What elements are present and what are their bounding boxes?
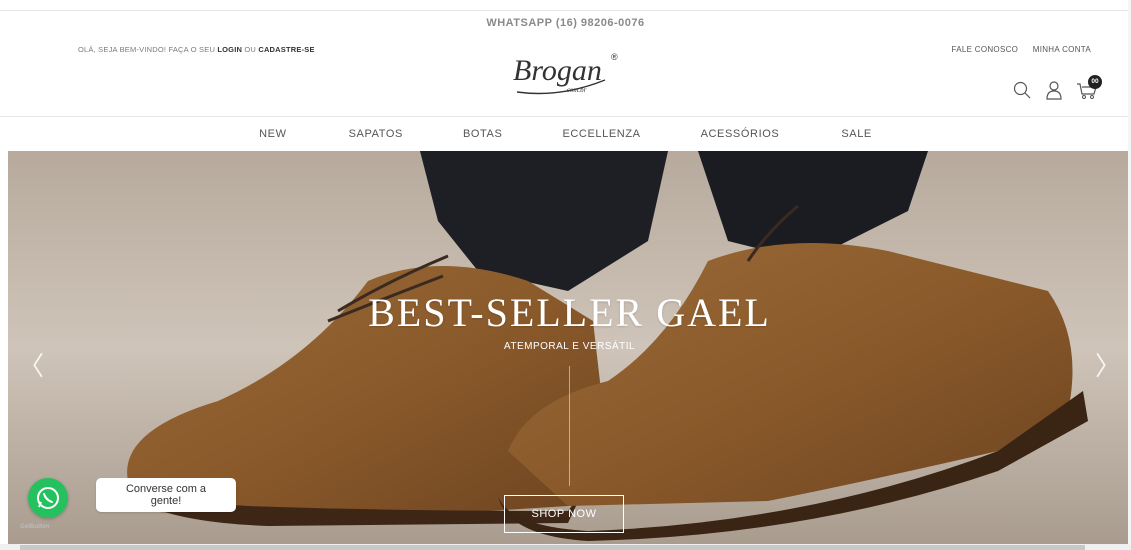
scrollbar-thumb[interactable] xyxy=(20,545,1085,550)
brand-logo[interactable]: Brogan ® .com.br xyxy=(505,46,625,106)
contact-link[interactable]: FALE CONOSCO xyxy=(951,45,1018,54)
next-slide-arrow[interactable]: 〉 xyxy=(1095,346,1121,383)
logo-text: Brogan xyxy=(513,54,602,87)
hero-title: BEST-SELLER GAEL xyxy=(368,290,771,335)
cart-count-badge: 00 xyxy=(1088,75,1102,89)
header-icons: 00 xyxy=(1012,75,1102,100)
user-icon[interactable] xyxy=(1044,80,1064,100)
login-link[interactable]: LOGIN xyxy=(217,45,242,54)
nav-item-sale[interactable]: SALE xyxy=(841,128,872,140)
nav-item-eccellenza[interactable]: ECCELLENZA xyxy=(562,128,640,140)
welcome-message: OLÁ, SEJA BEM-VINDO! FAÇA O SEU LOGIN OU… xyxy=(78,45,315,54)
logo-sub: .com.br xyxy=(565,86,587,94)
search-icon[interactable] xyxy=(1012,80,1032,100)
hero-subtitle: ATEMPORAL E VERSÁTIL xyxy=(503,341,636,352)
getbutton-brand[interactable]: GetButton xyxy=(20,524,49,530)
shop-now-button[interactable]: SHOP NOW xyxy=(504,495,624,533)
whatsapp-contact[interactable]: WHATSAPP (16) 98206-0076 xyxy=(0,17,1131,29)
chat-bubble-line1: Converse com a xyxy=(125,483,207,495)
nav-item-botas[interactable]: BOTAS xyxy=(463,128,502,140)
my-account-link[interactable]: MINHA CONTA xyxy=(1033,45,1091,54)
account-links: FALE CONOSCO MINHA CONTA xyxy=(939,45,1091,54)
greeting-mid: OU xyxy=(242,45,259,54)
nav-item-new[interactable]: NEW xyxy=(259,128,286,140)
register-link[interactable]: CADASTRE-SE xyxy=(258,45,314,54)
hero-divider xyxy=(569,366,570,486)
logo-mark: ® xyxy=(611,52,618,62)
nav-item-acessorios[interactable]: ACESSÓRIOS xyxy=(701,128,780,140)
whatsapp-icon xyxy=(37,487,59,509)
nav-item-sapatos[interactable]: SAPATOS xyxy=(349,128,403,140)
prev-slide-arrow[interactable]: 〈 xyxy=(18,346,44,383)
cart-icon[interactable]: 00 xyxy=(1076,75,1102,100)
horizontal-scrollbar[interactable] xyxy=(0,544,1131,550)
chat-bubble-line2: gente! xyxy=(150,495,182,507)
main-nav: NEW SAPATOS BOTAS ECCELLENZA ACESSÓRIOS … xyxy=(0,117,1131,151)
greeting-prefix: OLÁ, SEJA BEM-VINDO! FAÇA O SEU xyxy=(78,45,218,54)
chat-bubble[interactable]: Converse com a gente! xyxy=(96,478,236,512)
top-divider xyxy=(0,10,1131,11)
whatsapp-chat-button[interactable] xyxy=(28,478,68,518)
